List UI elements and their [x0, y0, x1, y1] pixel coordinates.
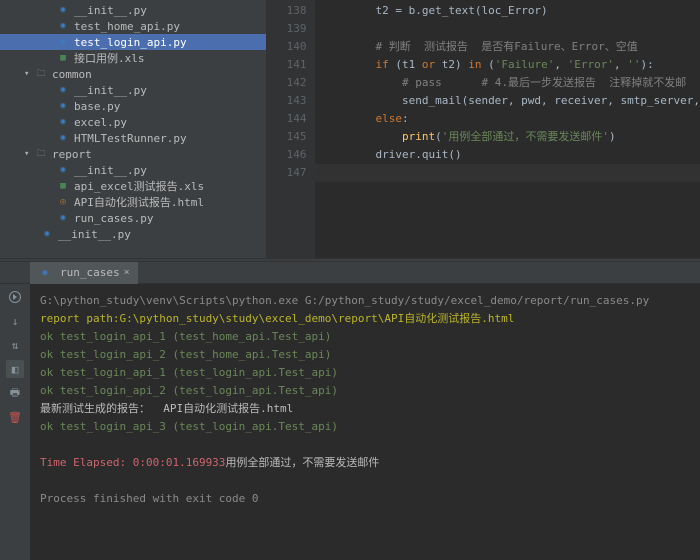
- up-button[interactable]: ⇅: [6, 336, 24, 354]
- tree-file[interactable]: ▦接口用例.xls: [0, 50, 266, 66]
- tree-file[interactable]: ◉HTMLTestRunner.py: [0, 130, 266, 146]
- run-tab[interactable]: ◉ run_cases ×: [30, 262, 138, 284]
- delete-button[interactable]: 🗑: [6, 408, 24, 426]
- code-editor[interactable]: 138139140141142143144145146147 t2 = b.ge…: [267, 0, 700, 258]
- tree-file[interactable]: ◉__init__.py: [0, 82, 266, 98]
- tree-file[interactable]: ◉__init__.py: [0, 226, 266, 242]
- line-gutter: 138139140141142143144145146147: [267, 0, 315, 258]
- tree-file[interactable]: ◉run_cases.py: [0, 210, 266, 226]
- tree-file[interactable]: ◉__init__.py: [0, 2, 266, 18]
- tree-file[interactable]: ◉__init__.py: [0, 162, 266, 178]
- python-icon: ◉: [38, 266, 52, 280]
- tree-file[interactable]: ◉base.py: [0, 98, 266, 114]
- print-button[interactable]: 🖶: [6, 384, 24, 402]
- rerun-button[interactable]: [6, 288, 24, 306]
- run-tabs: ◉ run_cases ×: [0, 262, 700, 284]
- tree-folder-report[interactable]: ▾🗀report: [0, 146, 266, 162]
- tree-file[interactable]: ◉excel.py: [0, 114, 266, 130]
- run-toolbar: ↓ ⇅ ◧ 🖶 🗑: [0, 284, 30, 560]
- tree-file[interactable]: ◉test_login_api.py: [0, 34, 266, 50]
- close-icon[interactable]: ×: [124, 267, 130, 278]
- tree-file[interactable]: ▦api_excel测试报告.xls: [0, 178, 266, 194]
- project-tree[interactable]: ◉__init__.py◉test_home_api.py◉test_login…: [0, 0, 267, 258]
- layout-button[interactable]: ◧: [6, 360, 24, 378]
- tree-file[interactable]: ◎API自动化测试报告.html: [0, 194, 266, 210]
- code-area[interactable]: t2 = b.get_text(loc_Error) # 判断 测试报告 是否有…: [315, 0, 700, 258]
- stop-button[interactable]: ↓: [6, 312, 24, 330]
- tree-folder-common[interactable]: ▾🗀common: [0, 66, 266, 82]
- console-output[interactable]: G:\python_study\venv\Scripts\python.exe …: [30, 284, 700, 560]
- tree-file[interactable]: ◉test_home_api.py: [0, 18, 266, 34]
- run-tab-label: run_cases: [60, 266, 120, 279]
